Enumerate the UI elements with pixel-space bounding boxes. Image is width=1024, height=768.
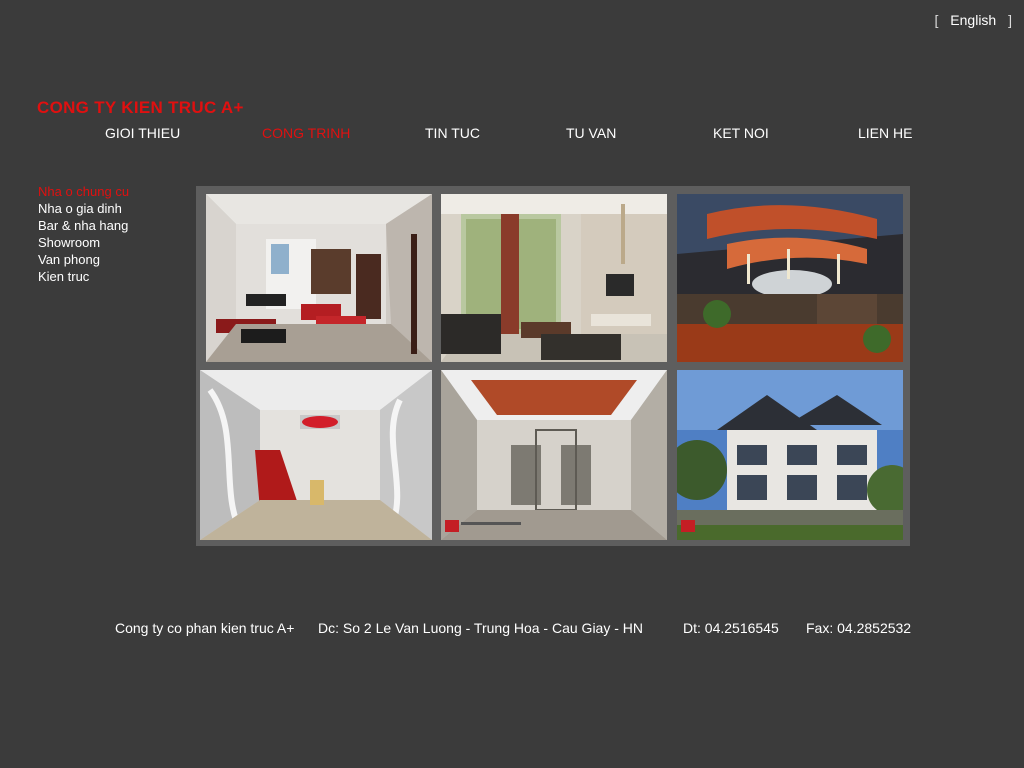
- category-nha-o-chung-cu[interactable]: Nha o chung cu: [38, 183, 129, 200]
- project-thumbnail-office-lobby[interactable]: [441, 370, 667, 540]
- language-close-bracket: ]: [1008, 12, 1012, 28]
- nav-item-tu-van[interactable]: TU VAN: [566, 125, 616, 141]
- category-van-phong[interactable]: Van phong: [38, 251, 129, 268]
- project-thumbnail-villa[interactable]: [677, 370, 903, 540]
- nav-item-gioi-thieu[interactable]: GIOI THIEU: [105, 125, 180, 141]
- footer-company: Cong ty co phan kien truc A+: [115, 620, 295, 636]
- category-nha-o-gia-dinh[interactable]: Nha o gia dinh: [38, 200, 129, 217]
- language-switch: [ English ]: [935, 12, 1012, 28]
- project-gallery: [196, 186, 910, 546]
- category-kien-truc[interactable]: Kien truc: [38, 268, 129, 285]
- category-showroom[interactable]: Showroom: [38, 234, 129, 251]
- main-nav: GIOI THIEU CONG TRINH TIN TUC TU VAN KET…: [0, 125, 1024, 145]
- footer-fax: Fax: 04.2852532: [806, 620, 912, 636]
- nav-item-cong-trinh[interactable]: CONG TRINH: [262, 125, 350, 141]
- nav-item-tin-tuc[interactable]: TIN TUC: [425, 125, 480, 141]
- nav-item-lien-he[interactable]: LIEN HE: [858, 125, 912, 141]
- project-thumbnail-atrium[interactable]: [441, 194, 667, 362]
- category-nav: Nha o chung cu Nha o gia dinh Bar & nha …: [38, 183, 129, 285]
- language-open-bracket: [: [934, 12, 939, 28]
- page: [ English ] CONG TY KIEN TRUC A+ GIOI TH…: [0, 0, 1024, 768]
- category-bar-nha-hang[interactable]: Bar & nha hang: [38, 217, 129, 234]
- footer-phone: Dt: 04.2516545: [683, 620, 779, 636]
- project-thumbnail-showroom[interactable]: [200, 370, 432, 540]
- brand-title[interactable]: CONG TY KIEN TRUC A+: [37, 98, 244, 118]
- project-thumbnail-living-room[interactable]: [206, 194, 432, 362]
- nav-item-ket-noi[interactable]: KET NOI: [713, 125, 769, 141]
- footer-address: Dc: So 2 Le Van Luong - Trung Hoa - Cau …: [318, 620, 644, 636]
- english-link[interactable]: English: [950, 12, 996, 28]
- project-thumbnail-restaurant[interactable]: [677, 194, 903, 362]
